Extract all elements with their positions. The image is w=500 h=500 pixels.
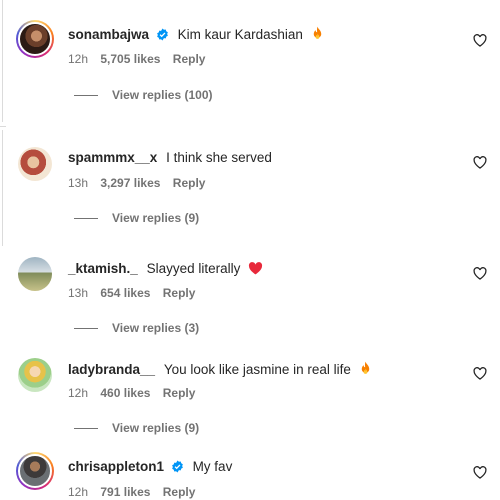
comment-text: You look like jasmine in real life xyxy=(163,362,351,377)
username[interactable]: _ktamish._ xyxy=(68,261,138,276)
like-heart-icon[interactable] xyxy=(473,466,487,479)
reply-button[interactable]: Reply xyxy=(173,52,206,66)
username[interactable]: ladybranda__ xyxy=(68,362,155,377)
comment-time: 13h xyxy=(68,286,89,300)
comment-time: 13h xyxy=(68,176,89,190)
view-replies-button[interactable]: View replies (100) xyxy=(74,88,213,102)
like-heart-icon[interactable] xyxy=(473,267,487,280)
reply-button[interactable]: Reply xyxy=(163,286,196,300)
comment-text: I think she served xyxy=(166,150,272,165)
thread-edge-line xyxy=(2,130,3,246)
verified-badge-icon xyxy=(171,460,183,473)
username[interactable]: chrisappleton1 xyxy=(68,459,164,474)
fire-icon xyxy=(361,361,369,374)
view-replies-button[interactable]: View replies (3) xyxy=(74,321,199,335)
comment-text: Kim kaur Kardashian xyxy=(177,27,303,42)
divider xyxy=(0,126,6,127)
replies-dash xyxy=(74,428,98,430)
likes-count[interactable]: 791 likes xyxy=(100,485,150,499)
view-replies-label: View replies (100) xyxy=(112,88,213,102)
like-heart-icon[interactable] xyxy=(473,34,487,47)
like-heart-icon[interactable] xyxy=(473,367,487,380)
username[interactable]: sonambajwa xyxy=(68,27,149,42)
view-replies-button[interactable]: View replies (9) xyxy=(74,211,199,225)
view-replies-label: View replies (3) xyxy=(112,321,200,335)
replies-dash xyxy=(74,328,98,330)
thread-edge-line xyxy=(2,0,3,122)
reply-button[interactable]: Reply xyxy=(163,485,196,499)
like-heart-icon[interactable] xyxy=(473,156,487,169)
likes-count[interactable]: 5,705 likes xyxy=(100,52,160,66)
view-replies-label: View replies (9) xyxy=(112,421,200,435)
verified-badge-icon xyxy=(156,28,168,41)
replies-dash xyxy=(74,218,98,220)
comment-text: Slayyed literally xyxy=(146,261,241,276)
fire-icon xyxy=(313,26,321,39)
likes-count[interactable]: 460 likes xyxy=(100,386,150,400)
username[interactable]: spammmx__x xyxy=(68,150,157,165)
reply-button[interactable]: Reply xyxy=(163,386,196,400)
avatar[interactable] xyxy=(18,147,52,181)
replies-dash xyxy=(74,95,98,97)
avatar[interactable] xyxy=(16,20,54,58)
avatar[interactable] xyxy=(18,257,52,291)
comment-text: My fav xyxy=(192,459,233,474)
likes-count[interactable]: 654 likes xyxy=(100,286,150,300)
avatar[interactable] xyxy=(16,452,54,490)
comment-time: 12h xyxy=(68,485,89,499)
reply-button[interactable]: Reply xyxy=(173,176,206,190)
view-replies-button[interactable]: View replies (9) xyxy=(74,421,199,435)
avatar[interactable] xyxy=(18,358,52,392)
view-replies-label: View replies (9) xyxy=(112,211,200,225)
red-heart-icon xyxy=(249,262,263,275)
comment-time: 12h xyxy=(68,52,89,66)
likes-count[interactable]: 3,297 likes xyxy=(100,176,160,190)
comment-time: 12h xyxy=(68,386,89,400)
